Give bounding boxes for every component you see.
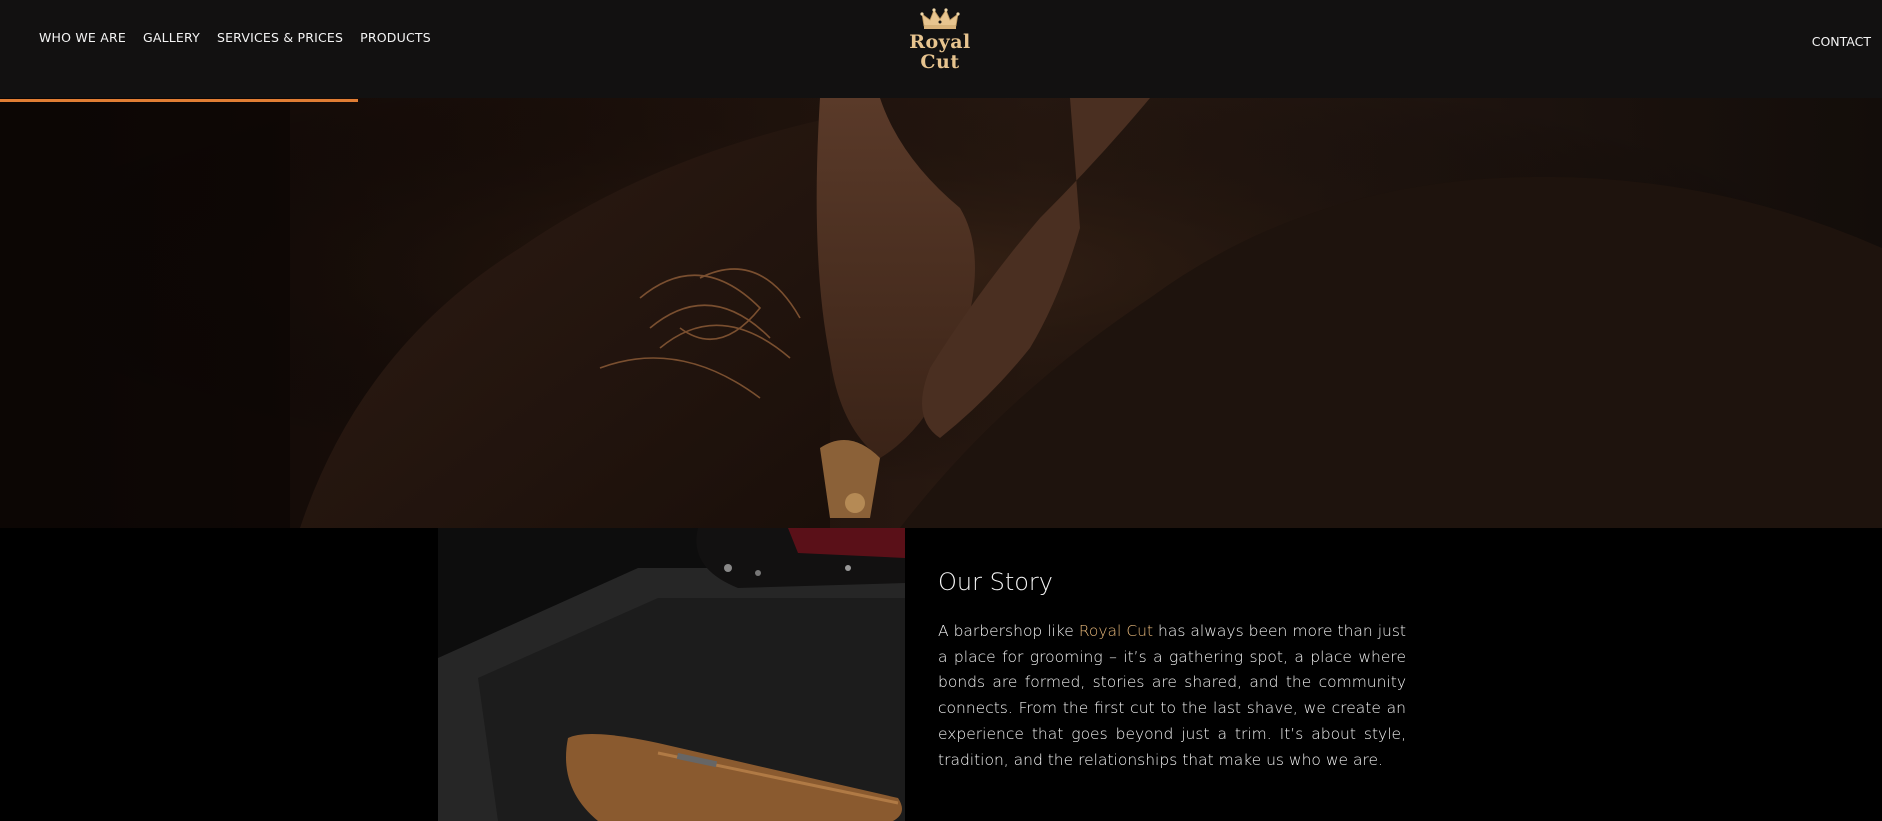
- site-header: WHO WE ARE GALLERY SERVICES & PRICES PRO…: [0, 0, 1882, 98]
- story-text-block: Our Story A barbershop like Royal Cut ha…: [938, 568, 1406, 773]
- hero-photo-barber-trimming: [0, 98, 1882, 528]
- crown-icon: [920, 8, 960, 29]
- main-nav: WHO WE ARE GALLERY SERVICES & PRICES PRO…: [39, 30, 431, 45]
- our-story-section: Our Story A barbershop like Royal Cut ha…: [0, 528, 1882, 821]
- story-title: Our Story: [938, 568, 1053, 596]
- nav-who-we-are[interactable]: WHO WE ARE: [39, 30, 126, 45]
- nav-services-prices[interactable]: SERVICES & PRICES: [217, 30, 343, 45]
- barber-tools-photo: [438, 528, 905, 821]
- nav-contact[interactable]: CONTACT: [1812, 34, 1871, 49]
- nav-products[interactable]: PRODUCTS: [360, 30, 431, 45]
- logo-wordmark: Royal Cut: [909, 31, 971, 73]
- scroll-progress-bar: [0, 99, 358, 102]
- story-para-body: has always been more than just a place f…: [938, 622, 1406, 769]
- story-brand-name: Royal Cut: [1078, 622, 1154, 640]
- site-logo[interactable]: Royal Cut: [890, 8, 990, 72]
- story-paragraph: A barbershop like Royal Cut has always b…: [938, 619, 1406, 773]
- nav-gallery[interactable]: GALLERY: [143, 30, 200, 45]
- story-para-intro: A barbershop like: [938, 622, 1079, 640]
- story-image-barber-tools: [438, 528, 905, 821]
- hero-image: [0, 98, 1882, 528]
